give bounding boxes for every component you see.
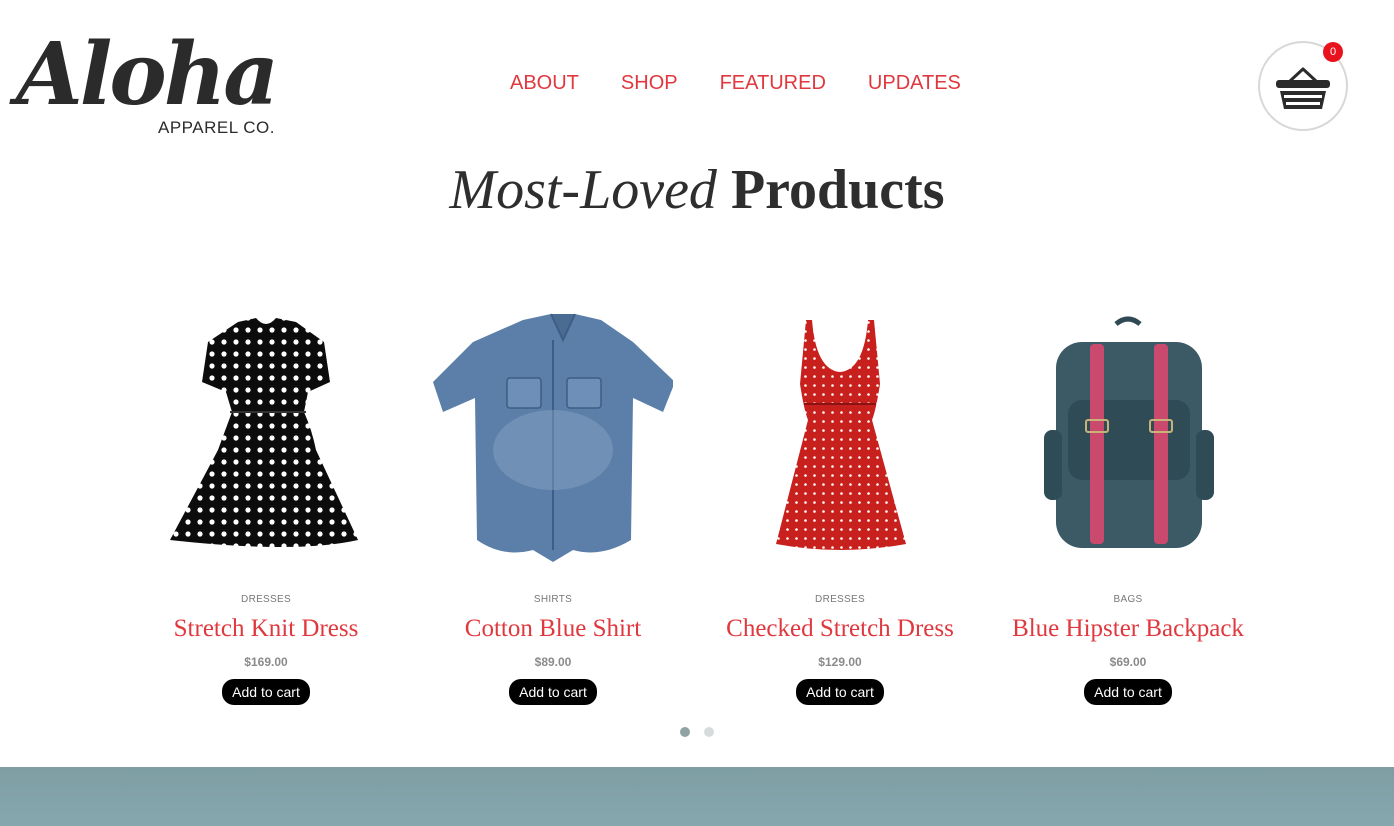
product-name[interactable]: Stretch Knit Dress — [146, 615, 386, 643]
product-card: SHIRTS Cotton Blue Shirt $89.00 Add to c… — [433, 300, 675, 705]
product-name[interactable]: Blue Hipster Backpack — [1008, 615, 1248, 643]
nav-shop[interactable]: SHOP — [621, 72, 678, 95]
add-to-cart-button[interactable]: Add to cart — [796, 679, 884, 705]
product-name[interactable]: Checked Stretch Dress — [720, 615, 960, 643]
product-image-red-dress[interactable] — [720, 300, 960, 570]
nav-featured[interactable]: FEATURED — [720, 72, 826, 95]
title-italic: Most-Loved — [449, 159, 717, 221]
product-card: DRESSES Stretch Knit Dress $169.00 Add t… — [146, 300, 386, 705]
product-card: DRESSES Checked Stretch Dress $129.00 Ad… — [720, 300, 960, 705]
product-name[interactable]: Cotton Blue Shirt — [433, 615, 673, 643]
product-image-denim-shirt[interactable] — [433, 300, 675, 570]
product-price: $89.00 — [534, 655, 572, 669]
product-category: DRESSES — [815, 594, 865, 605]
title-bold: Products — [730, 159, 945, 221]
carousel-dot-1[interactable] — [680, 727, 690, 737]
add-to-cart-button[interactable]: Add to cart — [1084, 679, 1172, 705]
product-image-polka-dress[interactable] — [146, 300, 386, 570]
basket-icon — [1276, 67, 1330, 109]
section-title: Most-Loved Products — [0, 158, 1394, 222]
product-price: $129.00 — [818, 655, 862, 669]
cart-count-badge: 0 — [1323, 42, 1343, 62]
add-to-cart-button[interactable]: Add to cart — [509, 679, 597, 705]
carousel-dot-2[interactable] — [704, 727, 714, 737]
product-category: SHIRTS — [533, 594, 573, 605]
hero-banner — [0, 767, 1394, 826]
product-image-backpack[interactable] — [1008, 300, 1248, 570]
logo-subtitle: APPAREL CO. — [158, 118, 275, 137]
product-price: $169.00 — [244, 655, 288, 669]
logo-script: Aloha — [16, 24, 279, 125]
nav-about[interactable]: ABOUT — [510, 72, 579, 95]
carousel-dots — [680, 727, 714, 737]
brand-logo[interactable]: Aloha APPAREL CO. — [14, 30, 284, 140]
product-card: BAGS Blue Hipster Backpack $69.00 Add to… — [1008, 300, 1248, 705]
product-price: $69.00 — [1109, 655, 1147, 669]
main-nav: ABOUT SHOP FEATURED UPDATES — [510, 72, 1003, 95]
nav-updates[interactable]: UPDATES — [868, 72, 961, 95]
product-category: DRESSES — [241, 594, 291, 605]
product-category: BAGS — [1113, 594, 1143, 605]
add-to-cart-button[interactable]: Add to cart — [222, 679, 310, 705]
